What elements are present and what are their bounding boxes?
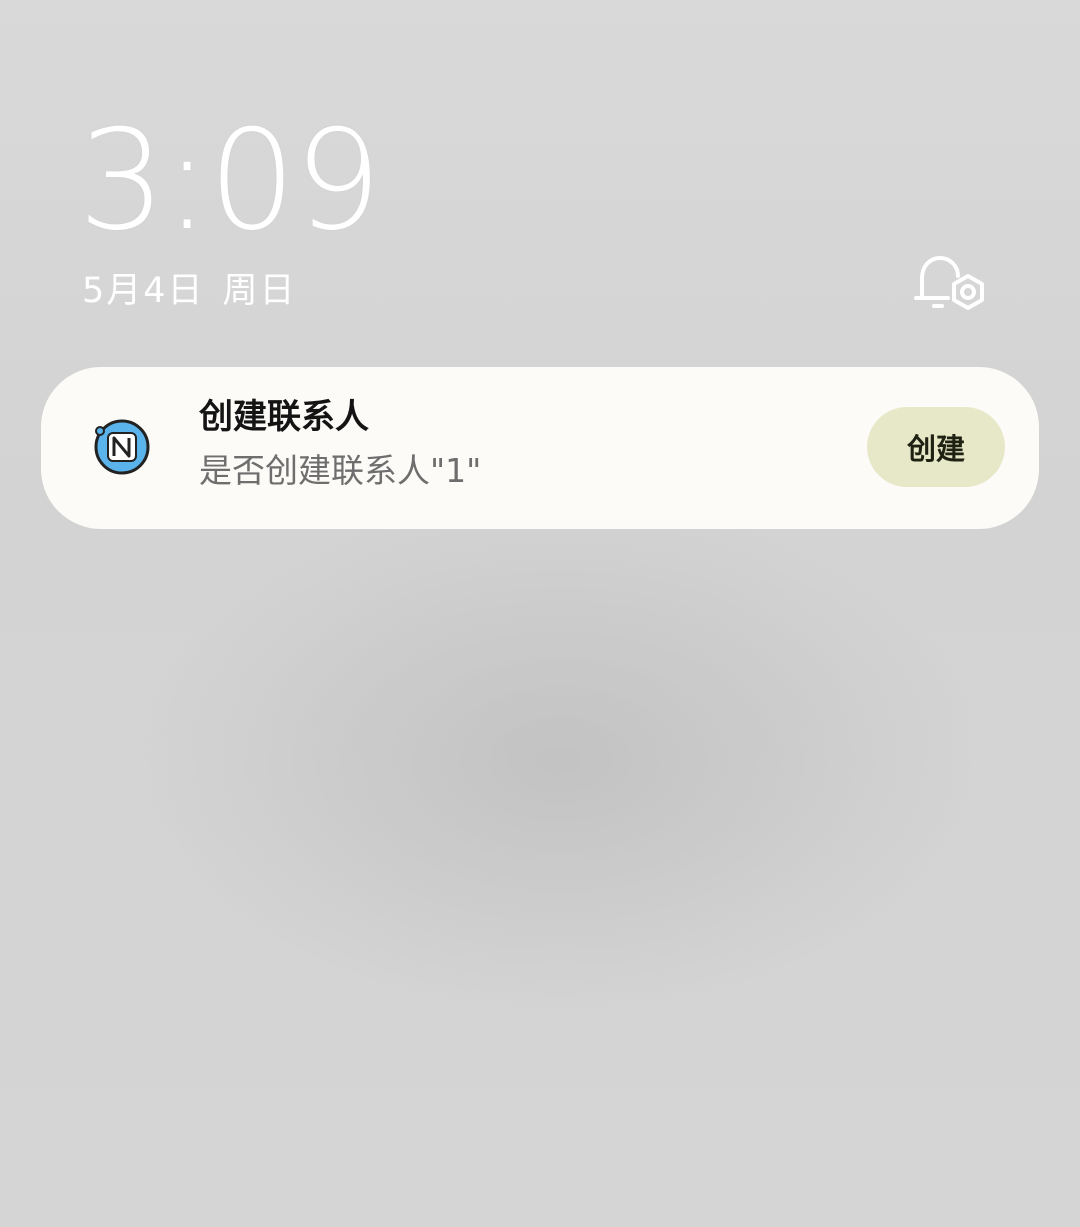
notification-body: 是否创建联系人"1": [199, 451, 482, 490]
lockscreen-clock: 3:09: [78, 100, 382, 261]
date-text: 5月4日: [82, 271, 205, 311]
create-button[interactable]: 创建: [867, 407, 1005, 487]
weekday-text: 周日: [222, 271, 297, 311]
notification-settings-icon[interactable]: [912, 250, 992, 322]
nfc-icon: [93, 418, 151, 476]
notification-title: 创建联系人: [199, 397, 369, 437]
lockscreen-date: 5月4日 周日: [82, 274, 297, 309]
notification-card[interactable]: 创建联系人 是否创建联系人"1" 创建: [41, 367, 1039, 529]
